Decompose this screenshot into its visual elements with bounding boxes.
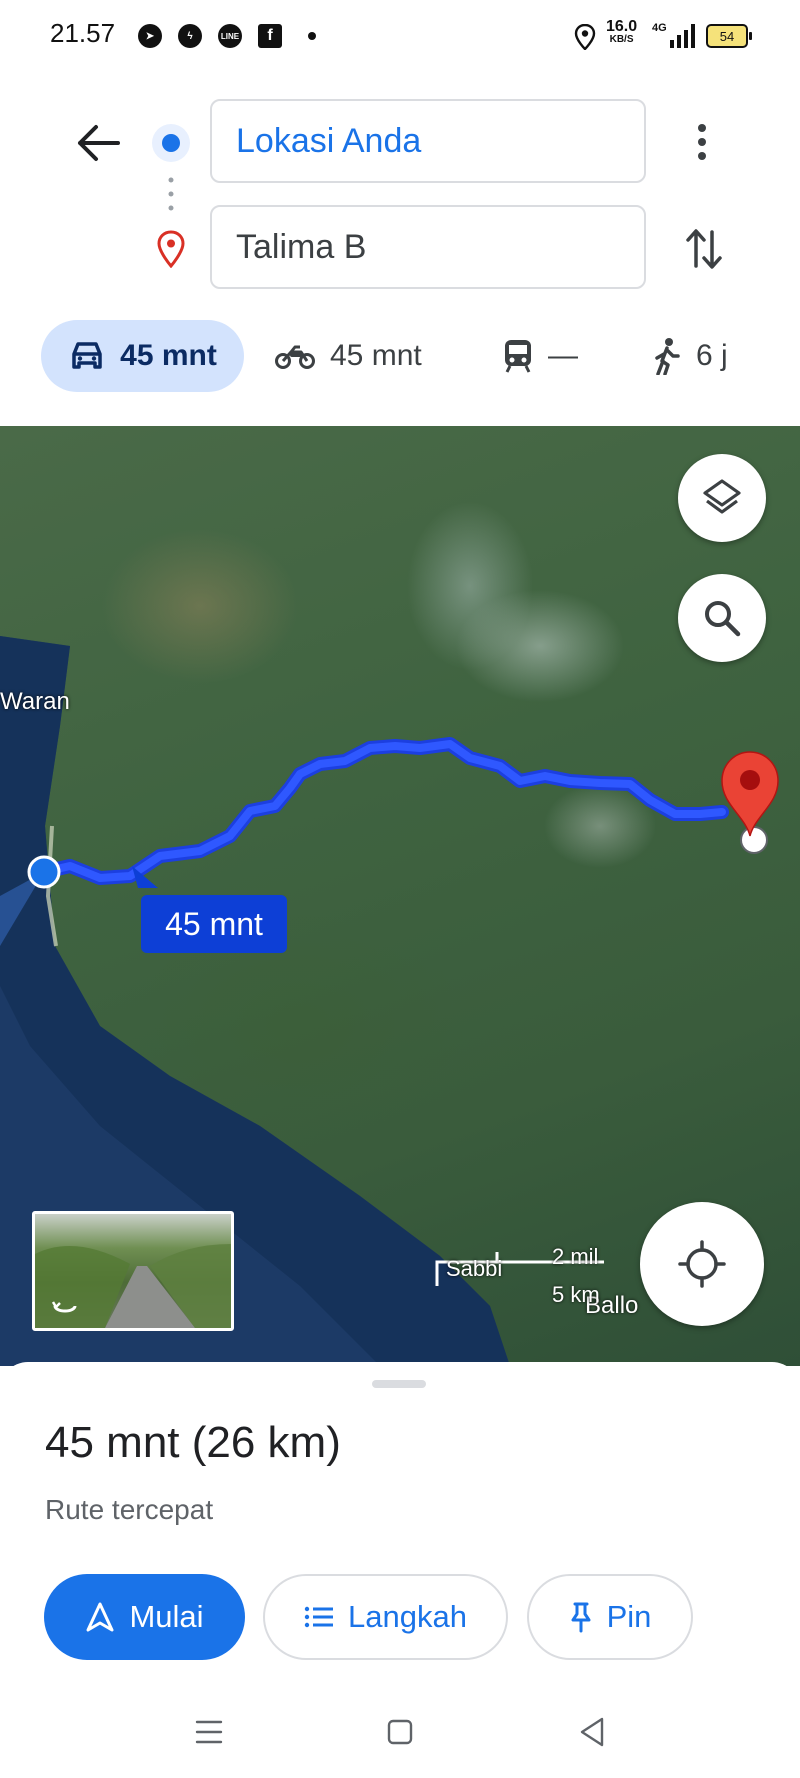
sheet-drag-handle[interactable] (372, 1380, 426, 1388)
mode-tab-motorcycle[interactable]: 45 mnt (274, 320, 422, 392)
more-options-icon[interactable] (694, 122, 710, 162)
search-button[interactable] (678, 574, 766, 662)
mode-transit-label: — (548, 339, 578, 372)
street-view-thumbnail[interactable] (32, 1211, 234, 1331)
start-button-label: Mulai (129, 1599, 204, 1634)
walking-icon (655, 338, 680, 375)
my-location-button[interactable] (640, 1202, 764, 1326)
layers-button[interactable] (678, 454, 766, 542)
steps-button[interactable]: Langkah (263, 1574, 508, 1660)
route-connector-dots (168, 177, 174, 211)
telegram-icon: ➤ (138, 24, 162, 48)
train-icon (505, 340, 531, 373)
home-nav-icon[interactable] (386, 1718, 414, 1746)
status-time: 21.57 (50, 18, 116, 48)
motorcycle-icon (275, 345, 315, 369)
list-icon (304, 1606, 334, 1628)
place-label-waran: Waran (0, 688, 70, 715)
current-location-dot (27, 855, 61, 889)
scale-metric: 5 km (552, 1282, 600, 1307)
menu-nav-icon[interactable] (194, 1718, 224, 1746)
steps-button-label: Langkah (348, 1599, 467, 1634)
route-description: Rute tercepat (45, 1494, 214, 1525)
destination-input[interactable]: Talima B (210, 205, 646, 289)
mode-tab-walk[interactable]: 6 j (652, 320, 728, 392)
mode-tab-transit[interactable]: — (502, 320, 578, 392)
location-icon (574, 24, 596, 50)
car-icon (72, 342, 102, 369)
pin-button-label: Pin (606, 1599, 652, 1634)
facebook-icon: f (258, 24, 282, 48)
system-nav-bar (0, 1670, 800, 1778)
mode-motorcycle-label: 45 mnt (330, 339, 422, 372)
crosshair-icon (678, 1240, 726, 1288)
network-speed: 16.0 KB/S (606, 18, 638, 46)
place-label-sabbi: Sabbi (446, 1256, 503, 1281)
route-duration-label[interactable]: 45 mnt (141, 895, 287, 953)
line-icon: LINE (218, 24, 242, 48)
mode-tab-drive[interactable]: 45 mnt (41, 320, 244, 392)
back-nav-icon[interactable] (578, 1716, 606, 1748)
swap-direction-icon[interactable] (684, 226, 724, 272)
navigation-arrow-icon (86, 1602, 114, 1632)
more-notifications-dot (308, 32, 316, 40)
messenger-icon: ϟ (178, 24, 202, 48)
origin-dot-icon (152, 124, 190, 162)
pin-icon (571, 1602, 591, 1633)
mode-walk-label: 6 j (696, 339, 728, 372)
back-arrow-icon[interactable] (76, 124, 120, 162)
mode-drive-label: 45 mnt (120, 339, 217, 372)
destination-dot (740, 826, 768, 854)
start-navigation-button[interactable]: Mulai (44, 1574, 245, 1660)
battery-indicator: 54 (706, 24, 752, 48)
signal-icon (670, 24, 695, 48)
route-summary: 45 mnt (26 km) (45, 1418, 341, 1467)
origin-input[interactable]: Lokasi Anda (210, 99, 646, 183)
pin-button[interactable]: Pin (527, 1574, 693, 1660)
destination-marker-icon[interactable] (721, 751, 779, 837)
scale-imperial: 2 mil (552, 1244, 599, 1269)
map-view[interactable]: Waran Sabbi Ballo 2 mil 5 km 45 mnt (0, 426, 800, 1366)
search-icon (705, 601, 741, 637)
route-line[interactable] (37, 737, 729, 885)
layers-icon (703, 479, 741, 514)
status-bar: 21.57 ➤ ϟ LINE f 16.0 KB/S 4G 54 (0, 0, 800, 72)
destination-pin-icon (157, 230, 185, 268)
street-view-image (35, 1244, 231, 1328)
network-type: 4G (652, 22, 667, 34)
